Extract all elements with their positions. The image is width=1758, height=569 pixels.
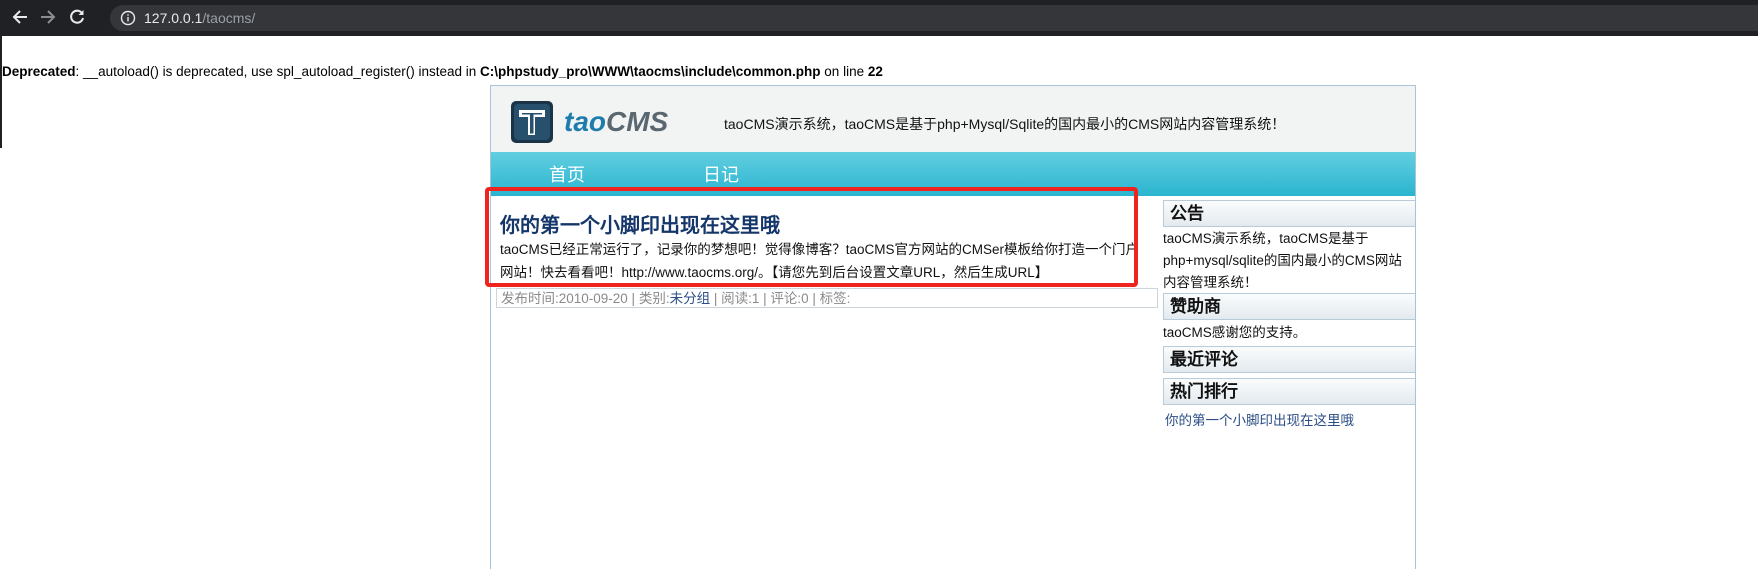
- php-deprecated-warning: Deprecated: __autoload() is deprecated, …: [2, 64, 883, 80]
- browser-toolbar: 127.0.0.1/taocms/: [0, 0, 1758, 36]
- nav-item-diary[interactable]: 日记: [703, 164, 739, 186]
- nav-item-home[interactable]: 首页: [549, 164, 585, 186]
- info-icon[interactable]: [120, 10, 136, 26]
- sidebar-sponsor-text: taoCMS感谢您的支持。: [1163, 325, 1307, 340]
- post-meta-suffix: | 阅读:1 | 评论:0 | 标签:: [710, 291, 851, 306]
- post-meta: 发布时间:2010-09-20 | 类别:未分组 | 阅读:1 | 评论:0 |…: [496, 288, 1158, 308]
- site-slogan: taoCMS演示系统，taoCMS是基于php+Mysql/Sqlite的国内最…: [724, 116, 1286, 132]
- sidebar-hot-item[interactable]: 你的第一个小脚印出现在这里哦: [1165, 409, 1354, 429]
- taocms-logo-icon[interactable]: [511, 101, 553, 143]
- sidebar-notice-text: taoCMS演示系统，taoCMS是基于php+mysql/sqlite的国内最…: [1163, 231, 1402, 290]
- address-bar[interactable]: 127.0.0.1/taocms/: [110, 5, 1758, 31]
- logo-tao: tao: [564, 106, 606, 137]
- warning-line-number: 22: [867, 64, 883, 79]
- warning-label: Deprecated: [2, 64, 76, 79]
- url-host: 127.0.0.1: [144, 10, 203, 26]
- sidebar-hot-title: 热门排行: [1163, 378, 1415, 405]
- sidebar-sponsor-title: 赞助商: [1163, 293, 1415, 320]
- warning-line-prefix: on line: [820, 64, 868, 79]
- window-edge: [0, 36, 2, 148]
- url-path: /taocms/: [202, 10, 256, 26]
- warning-message: : __autoload() is deprecated, use spl_au…: [75, 64, 481, 79]
- highlight-box: [485, 187, 1138, 287]
- warning-file: C:\phpstudy_pro\WWW\taocms\include\commo…: [480, 64, 821, 79]
- back-arrow-icon: [12, 10, 27, 24]
- forward-arrow-icon: [41, 10, 56, 24]
- site-page: taoCMS taoCMS演示系统，taoCMS是基于php+Mysql/Sql…: [490, 85, 1416, 569]
- post-meta-prefix: 发布时间:2010-09-20 | 类别:: [501, 291, 670, 306]
- sidebar-comments-title: 最近评论: [1163, 346, 1415, 373]
- reload-icon: [70, 9, 84, 24]
- site-header: taoCMS taoCMS演示系统，taoCMS是基于php+Mysql/Sql…: [491, 86, 1415, 152]
- reload-button[interactable]: [64, 4, 90, 30]
- logo-cms: CMS: [606, 106, 669, 137]
- sidebar-notice-title: 公告: [1163, 200, 1415, 227]
- url-text[interactable]: 127.0.0.1/taocms/: [144, 10, 255, 26]
- site-logo-text[interactable]: taoCMS: [564, 106, 668, 138]
- forward-button[interactable]: [35, 4, 61, 30]
- back-button[interactable]: [7, 4, 33, 30]
- post-category-link[interactable]: 未分组: [670, 291, 711, 306]
